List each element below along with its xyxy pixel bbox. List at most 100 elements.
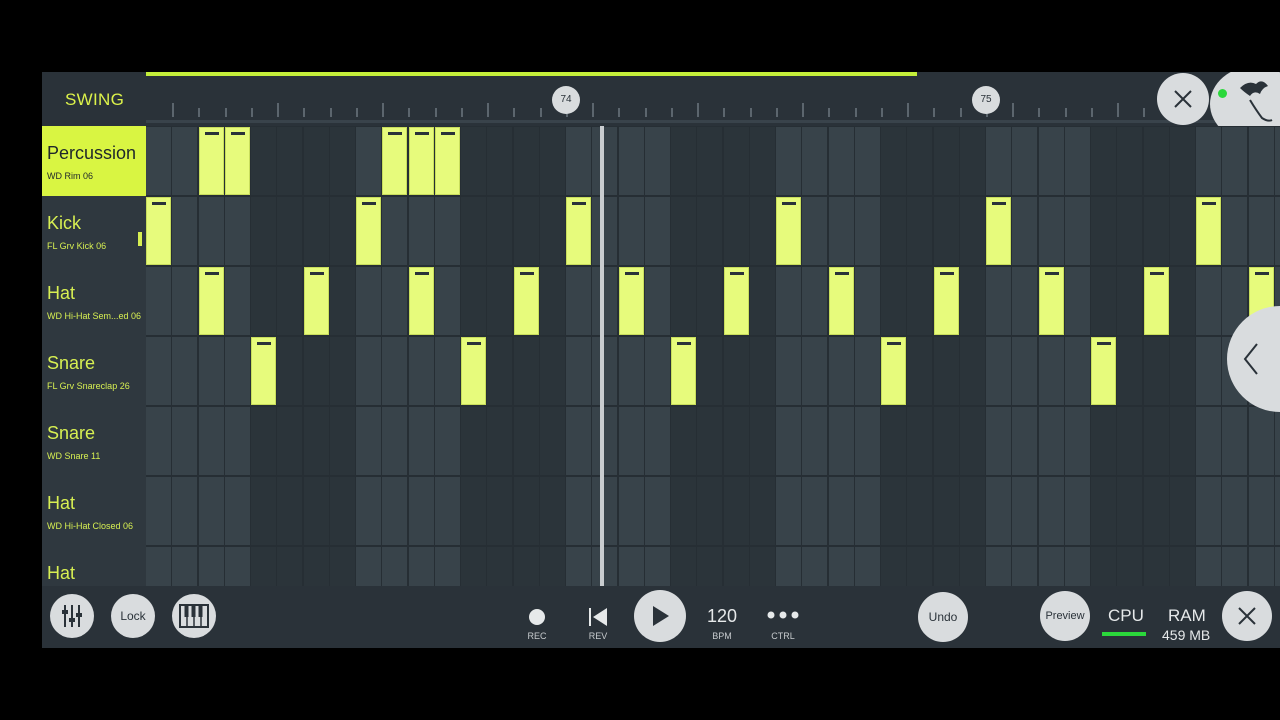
step-cell[interactable] xyxy=(487,267,513,335)
step-note[interactable] xyxy=(618,267,644,335)
step-cell[interactable] xyxy=(1248,547,1274,586)
step-cell[interactable] xyxy=(329,477,355,545)
step-cell[interactable] xyxy=(172,197,198,265)
step-cell[interactable] xyxy=(566,547,591,586)
step-cell[interactable] xyxy=(277,547,303,586)
step-cell[interactable] xyxy=(1064,337,1090,405)
step-cell[interactable] xyxy=(1196,477,1221,545)
step-cell[interactable] xyxy=(1222,547,1248,586)
step-cell[interactable] xyxy=(1012,267,1038,335)
step-cell[interactable] xyxy=(1091,127,1116,195)
step-cell[interactable] xyxy=(854,267,880,335)
step-cell[interactable] xyxy=(566,127,591,195)
close-pattern-button[interactable] xyxy=(1157,73,1209,125)
step-cell[interactable] xyxy=(959,547,985,586)
step-cell[interactable] xyxy=(828,337,854,405)
step-cell[interactable] xyxy=(1117,337,1143,405)
step-cell[interactable] xyxy=(513,547,539,586)
step-cell[interactable] xyxy=(172,267,198,335)
step-note[interactable] xyxy=(1196,197,1221,265)
step-cell[interactable] xyxy=(224,407,250,475)
undo-button[interactable]: Undo xyxy=(918,592,968,642)
step-cell[interactable] xyxy=(1274,197,1280,265)
step-cell[interactable] xyxy=(907,197,933,265)
step-cell[interactable] xyxy=(356,477,381,545)
step-cell[interactable] xyxy=(749,547,775,586)
step-cell[interactable] xyxy=(303,127,329,195)
step-cell[interactable] xyxy=(461,547,486,586)
step-cell[interactable] xyxy=(1196,267,1221,335)
step-cell[interactable] xyxy=(986,547,1011,586)
step-cell[interactable] xyxy=(644,477,670,545)
step-cell[interactable] xyxy=(592,127,618,195)
step-cell[interactable] xyxy=(1117,197,1143,265)
step-cell[interactable] xyxy=(146,127,171,195)
step-cell[interactable] xyxy=(907,267,933,335)
preview-button[interactable]: Preview xyxy=(1040,591,1090,641)
step-cell[interactable] xyxy=(1222,127,1248,195)
tempo-value[interactable]: 120 xyxy=(702,606,742,627)
mixer-button[interactable] xyxy=(50,594,94,638)
bar-marker-75[interactable]: 75 xyxy=(972,86,1000,114)
step-cell[interactable] xyxy=(723,477,749,545)
step-cell[interactable] xyxy=(1064,547,1090,586)
step-note[interactable] xyxy=(146,197,171,265)
channel-row[interactable]: Percussion WD Rim 06 xyxy=(42,126,146,196)
step-cell[interactable] xyxy=(881,477,906,545)
record-button[interactable] xyxy=(527,607,547,627)
step-note[interactable] xyxy=(382,127,408,195)
step-cell[interactable] xyxy=(854,337,880,405)
channel-row[interactable]: Kick FL Grv Kick 06 xyxy=(42,196,146,266)
step-cell[interactable] xyxy=(723,407,749,475)
step-cell[interactable] xyxy=(1064,267,1090,335)
step-cell[interactable] xyxy=(776,267,801,335)
step-cell[interactable] xyxy=(881,197,906,265)
step-cell[interactable] xyxy=(986,337,1011,405)
step-cell[interactable] xyxy=(1091,197,1116,265)
step-cell[interactable] xyxy=(224,197,250,265)
step-cell[interactable] xyxy=(251,267,276,335)
step-cell[interactable] xyxy=(1169,127,1195,195)
channel-row[interactable]: Snare WD Snare 11 xyxy=(42,406,146,476)
step-note[interactable] xyxy=(671,337,696,405)
step-cell[interactable] xyxy=(382,267,408,335)
step-cell[interactable] xyxy=(1091,407,1116,475)
step-cell[interactable] xyxy=(356,407,381,475)
step-cell[interactable] xyxy=(959,407,985,475)
step-cell[interactable] xyxy=(329,547,355,586)
step-cell[interactable] xyxy=(408,407,434,475)
step-cell[interactable] xyxy=(329,267,355,335)
step-cell[interactable] xyxy=(1274,477,1280,545)
step-cell[interactable] xyxy=(1117,407,1143,475)
step-cell[interactable] xyxy=(513,127,539,195)
step-cell[interactable] xyxy=(1091,267,1116,335)
step-cell[interactable] xyxy=(749,407,775,475)
step-cell[interactable] xyxy=(172,337,198,405)
step-cell[interactable] xyxy=(592,197,618,265)
step-cell[interactable] xyxy=(1012,477,1038,545)
step-cell[interactable] xyxy=(1196,337,1221,405)
step-note[interactable] xyxy=(224,127,250,195)
step-cell[interactable] xyxy=(671,547,696,586)
step-cell[interactable] xyxy=(1143,547,1169,586)
step-cell[interactable] xyxy=(251,477,276,545)
step-cell[interactable] xyxy=(329,407,355,475)
step-cell[interactable] xyxy=(277,337,303,405)
step-cell[interactable] xyxy=(802,197,828,265)
step-cell[interactable] xyxy=(1012,127,1038,195)
step-cell[interactable] xyxy=(828,127,854,195)
step-cell[interactable] xyxy=(802,477,828,545)
step-note[interactable] xyxy=(303,267,329,335)
step-cell[interactable] xyxy=(382,337,408,405)
channel-row[interactable]: Hat WD Hi-Hat Closed 06 xyxy=(42,476,146,546)
step-cell[interactable] xyxy=(1143,127,1169,195)
step-cell[interactable] xyxy=(1012,197,1038,265)
step-cell[interactable] xyxy=(487,407,513,475)
step-cell[interactable] xyxy=(198,337,224,405)
step-cell[interactable] xyxy=(1222,407,1248,475)
step-cell[interactable] xyxy=(1038,477,1064,545)
lock-button[interactable]: Lock xyxy=(111,594,155,638)
step-note[interactable] xyxy=(723,267,749,335)
step-cell[interactable] xyxy=(303,547,329,586)
step-cell[interactable] xyxy=(251,127,276,195)
